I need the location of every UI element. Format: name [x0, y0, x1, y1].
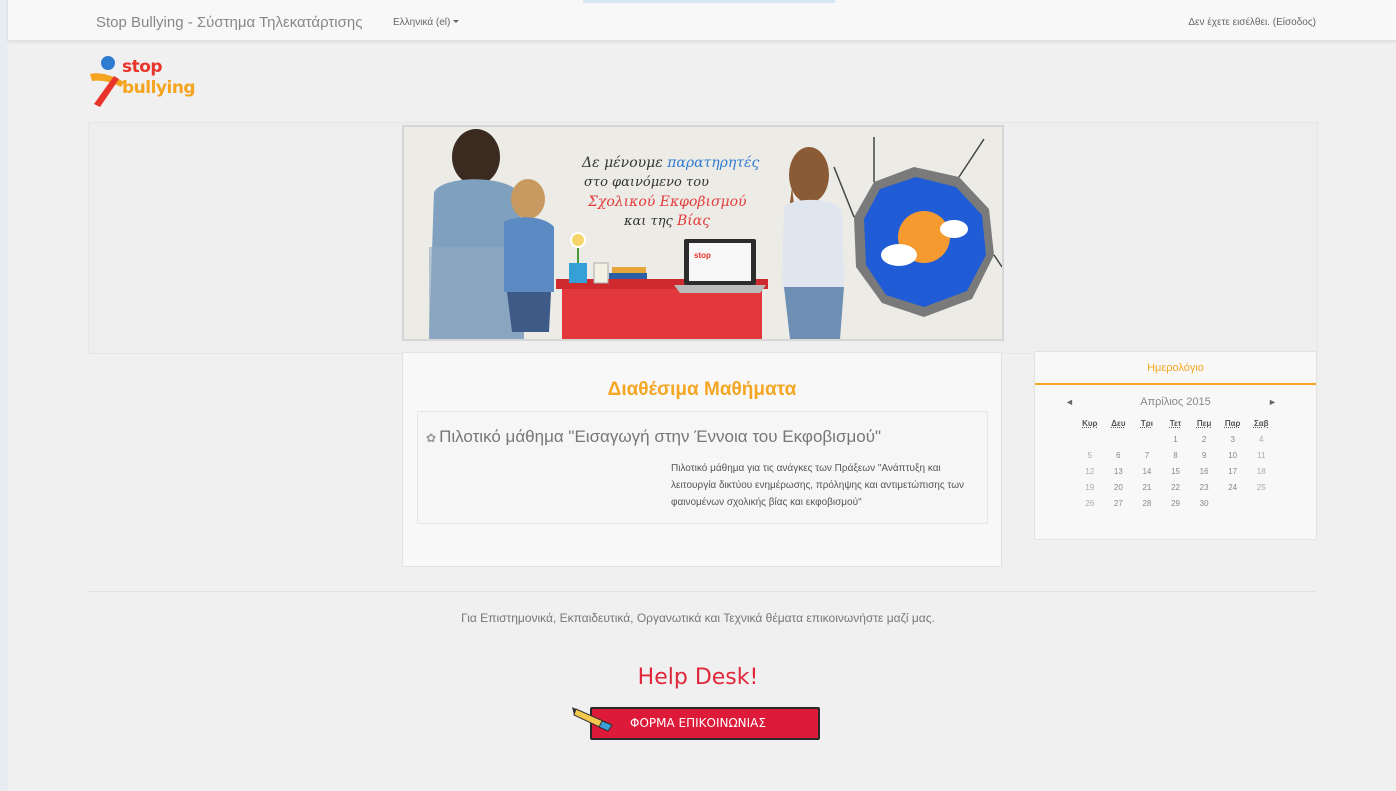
calendar-day: 9: [1201, 451, 1207, 460]
weekday-wed: Τετ: [1169, 419, 1182, 428]
contact-form-button[interactable]: ΦΟΡΜΑ ΕΠΙΚΟΙΝΩΝΙΑΣ: [572, 707, 820, 740]
language-label: Ελληνικά (el): [393, 17, 451, 28]
calendar-week: 12 13 14 15 16 17 18: [1077, 464, 1277, 480]
login-prefix: Δεν έχετε εισέλθει. (: [1188, 17, 1277, 28]
calendar-day: [1220, 496, 1246, 512]
calendar-day: 30: [1199, 499, 1209, 508]
calendar-block: Ημερολόγιο ◄ Απρίλιος 2015 ► Κυρ Δευ Τρι…: [1034, 351, 1317, 540]
courses-title: Διαθέσιμα Μαθήματα: [607, 379, 797, 400]
calendar-day: 7: [1144, 451, 1150, 460]
available-courses-card: Διαθέσιμα Μαθήματα ✿ Πιλοτικό μάθημα "Εισ…: [402, 352, 1002, 567]
login-status: Δεν έχετε εισέλθει. (Είσοδος): [1188, 17, 1316, 28]
login-link[interactable]: Είσοδος: [1276, 17, 1313, 28]
address-bar-remnant: [583, 0, 835, 3]
calendar-week: 5 6 7 8 9 10 11: [1077, 448, 1277, 464]
banner-line-4: και της Βίας: [624, 213, 710, 229]
calendar-day: 28: [1142, 499, 1152, 508]
calendar-header: Ημερολόγιο: [1035, 352, 1316, 385]
hero-banner: Δε μένουμε παρατηρητές στο φαινόμενο του…: [402, 125, 1004, 341]
calendar-weekday-row: Κυρ Δευ Τρι Τετ Πεμ Παρ Σαβ: [1077, 416, 1277, 432]
contact-form-label: ΦΟΡΜΑ ΕΠΙΚΟΙΝΩΝΙΑΣ: [630, 716, 766, 730]
calendar-grid: Κυρ Δευ Τρι Τετ Πεμ Παρ Σαβ 1 2 3 4 5 6 …: [1077, 416, 1277, 512]
calendar-next-button[interactable]: ►: [1268, 397, 1277, 407]
calendar-day: 3: [1230, 435, 1235, 444]
footer-divider: [88, 591, 1316, 592]
calendar-title: Ημερολόγιο: [1147, 362, 1204, 374]
banner-line-4a: και της: [624, 214, 677, 229]
course-summary: Πιλοτικό μάθημα για τις ανάγκες των Πράξ…: [671, 463, 965, 508]
calendar-day: 1: [1173, 435, 1178, 444]
calendar-day: 4: [1259, 435, 1264, 444]
calendar-day: 5: [1087, 451, 1093, 460]
course-icon: ✿: [426, 431, 437, 445]
calendar-day: 21: [1142, 483, 1152, 492]
banner-line-1: Δε μένουμε παρατηρητές: [582, 155, 759, 171]
logo-text-stop: stop: [122, 57, 163, 77]
login-suffix: ): [1312, 17, 1316, 28]
stop-bullying-logo[interactable]: stop bullying: [88, 54, 208, 110]
calendar-day: 25: [1256, 483, 1266, 492]
calendar-week: 19 20 21 22 23 24 25: [1077, 480, 1277, 496]
calendar-week: 26 27 28 29 30: [1077, 496, 1277, 512]
calendar-day: 18: [1256, 467, 1266, 476]
calendar-day: 19: [1085, 483, 1095, 492]
calendar-day: 27: [1113, 499, 1123, 508]
calendar-day: 29: [1171, 499, 1180, 508]
calendar-day: [1134, 432, 1160, 448]
top-navbar: Stop Bullying - Σύστημα Τηλεκατάρτισης Ε…: [8, 0, 1396, 41]
brand-link[interactable]: Stop Bullying - Σύστημα Τηλεκατάρτισης: [96, 14, 362, 31]
banner-line-2: στο φαινόμενο του: [584, 175, 709, 190]
calendar-day: 13: [1113, 467, 1123, 476]
banner-line-1a: Δε μένουμε: [582, 155, 668, 171]
weekday-mon: Δευ: [1111, 419, 1126, 428]
banner-line-1b: παρατηρητές: [667, 155, 760, 171]
calendar-day: 24: [1228, 483, 1238, 492]
calendar-day: 8: [1173, 451, 1178, 460]
weekday-sun: Κυρ: [1082, 419, 1098, 428]
calendar-week: 1 2 3 4: [1077, 432, 1277, 448]
weekday-sat: Σαβ: [1253, 419, 1269, 428]
calendar-day: 12: [1085, 467, 1095, 476]
calendar-day: 23: [1199, 483, 1209, 492]
weekday-tue: Τρι: [1140, 419, 1153, 428]
pencil-icon: [572, 707, 613, 732]
calendar-day: 14: [1142, 467, 1152, 476]
calendar-day: 17: [1228, 467, 1238, 476]
caret-down-icon: [453, 20, 460, 23]
course-link[interactable]: ✿ Πιλοτικό μάθημα "Εισαγωγή στην Έννοια τ…: [426, 427, 881, 447]
calendar-day: [1106, 432, 1132, 448]
banner-line-4b: Βίας: [676, 213, 711, 229]
banner-line-3: Σχολικού Εκφοβισμού: [588, 194, 747, 210]
calendar-day: 26: [1085, 499, 1095, 508]
course-item: ✿ Πιλοτικό μάθημα "Εισαγωγή στην Έννοια τ…: [417, 411, 988, 524]
calendar-day: 15: [1171, 467, 1180, 476]
footer-contact-text: Για Επιστημονικά, Εκπαιδευτικά, Οργανωτι…: [461, 611, 935, 625]
calendar-day: [1077, 432, 1103, 448]
laptop-screen-logo: stop: [694, 251, 711, 260]
calendar-day: 10: [1228, 451, 1238, 460]
helpdesk-title: Help Desk!: [637, 665, 759, 690]
weekday-thu: Πεμ: [1196, 419, 1212, 428]
calendar-day: 11: [1257, 451, 1266, 460]
logo-text-bullying: bullying: [122, 78, 196, 98]
calendar-day: 2: [1201, 435, 1207, 444]
language-selector[interactable]: Ελληνικά (el): [393, 17, 460, 28]
calendar-day: 16: [1199, 467, 1209, 476]
course-name: Πιλοτικό μάθημα "Εισαγωγή στην Έννοια το…: [439, 427, 882, 446]
calendar-day: 6: [1116, 451, 1121, 460]
calendar-day: [1248, 496, 1274, 512]
calendar-day: 22: [1171, 483, 1180, 492]
weekday-fri: Παρ: [1224, 419, 1241, 428]
calendar-day: 20: [1113, 483, 1123, 492]
